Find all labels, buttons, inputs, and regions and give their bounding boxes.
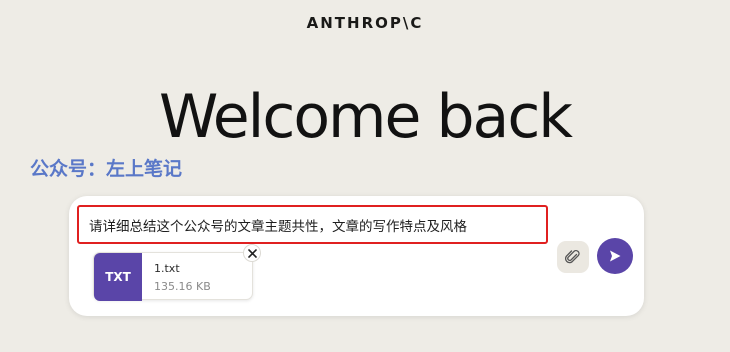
page-title: Welcome back	[158, 82, 573, 152]
send-arrow-icon	[610, 250, 621, 262]
file-type-badge: TXT	[94, 253, 142, 301]
anthropic-logo: ANTHROP\C	[306, 14, 424, 32]
remove-attachment-button[interactable]	[243, 244, 261, 262]
send-button[interactable]	[597, 238, 633, 274]
prompt-text: 请详细总结这个公众号的文章主题共性，文章的写作特点及风格	[89, 218, 467, 235]
attachment-size: 135.16 KB	[154, 280, 211, 293]
attachment-card[interactable]: TXT 1.txt 135.16 KB	[93, 244, 261, 301]
paperclip-icon	[565, 249, 580, 264]
attach-file-button[interactable]	[557, 241, 589, 273]
chat-composer: 请详细总结这个公众号的文章主题共性，文章的写作特点及风格 TXT 1.txt 1…	[69, 196, 644, 316]
watermark-text: 公众号：左上笔记	[30, 158, 183, 180]
close-icon	[247, 248, 257, 258]
prompt-input[interactable]: 请详细总结这个公众号的文章主题共性，文章的写作特点及风格	[77, 205, 548, 244]
attachment-filename: 1.txt	[154, 262, 180, 275]
